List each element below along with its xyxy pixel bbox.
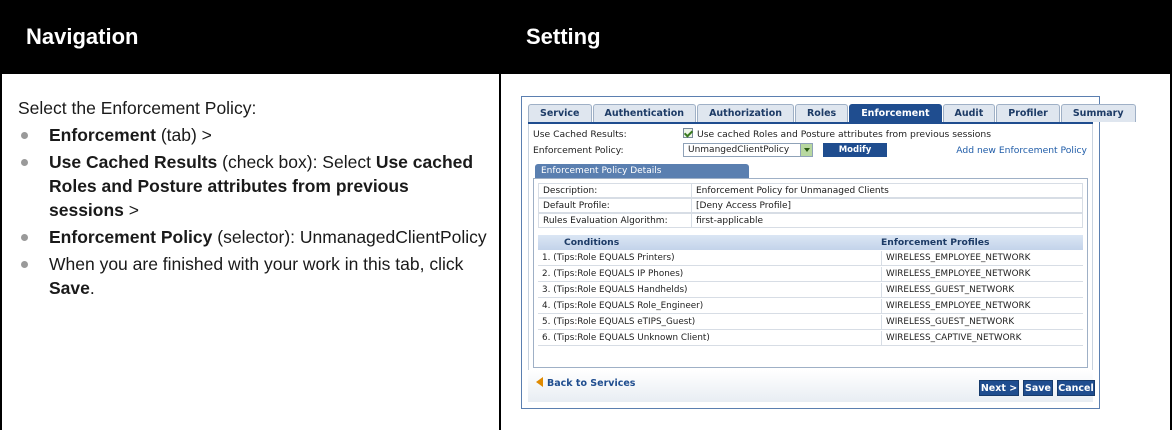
detail-key: Rules Evaluation Algorithm: — [543, 216, 668, 226]
modify-button[interactable]: Modify — [823, 143, 887, 157]
rule-profile: WIRELESS_EMPLOYEE_NETWORK — [881, 299, 1030, 314]
back-arrow-icon — [536, 377, 543, 387]
rule-profile: WIRELESS_CAPTIVE_NETWORK — [881, 331, 1021, 346]
enforcement-screenshot: Service Authentication Authorization Rol… — [521, 96, 1136, 409]
rules-header: Conditions Enforcement Profiles — [538, 235, 1083, 250]
tab-service[interactable]: Service — [528, 104, 592, 122]
navigation-intro: Select the Enforcement Policy: — [18, 98, 257, 118]
instruction-table: Navigation Setting Select the Enforcemen… — [0, 0, 1172, 430]
step-text: (check box): Select — [217, 152, 376, 172]
tab-roles[interactable]: Roles — [794, 104, 849, 122]
detail-row: Default Profile: [Deny Access Profile] — [538, 198, 1083, 213]
table-row: 4. (Tips:Role EQUALS Role_Engineer) WIRE… — [538, 299, 1083, 314]
step-text: (tab) > — [155, 125, 212, 145]
use-cached-checkbox[interactable] — [683, 128, 693, 138]
conditions-header: Conditions — [564, 237, 620, 248]
rule-profile: WIRELESS_EMPLOYEE_NETWORK — [881, 267, 1030, 282]
step-text: (selector): UnmanagedClientPolicy — [212, 227, 487, 247]
rule-condition: 2. (Tips:Role EQUALS IP Phones) — [542, 269, 684, 279]
policy-details-panel: Description: Enforcement Policy for Unma… — [533, 178, 1088, 368]
rule-profile: WIRELESS_EMPLOYEE_NETWORK — [881, 251, 1030, 266]
step-term: Save — [49, 278, 90, 298]
profiles-header: Enforcement Profiles — [881, 237, 990, 248]
bullet-icon — [21, 234, 28, 241]
step-enforcement-policy: Enforcement Policy (selector): Unmanaged… — [18, 225, 488, 249]
tab-authorization[interactable]: Authorization — [697, 104, 794, 122]
step-term: Enforcement Policy — [49, 227, 213, 247]
rule-condition: 5. (Tips:Role EQUALS eTIPS_Guest) — [542, 317, 696, 327]
use-cached-row: Use Cached Results: Use cached Roles and… — [533, 127, 1093, 142]
back-to-services-link[interactable]: Back to Services — [536, 377, 635, 389]
table-row: 2. (Tips:Role EQUALS IP Phones) WIRELESS… — [538, 267, 1083, 282]
tab-authentication[interactable]: Authentication — [592, 104, 697, 122]
detail-value: [Deny Access Profile] — [691, 199, 791, 213]
navigation-cell: Select the Enforcement Policy: Enforceme… — [18, 96, 488, 303]
bullet-icon — [21, 261, 28, 268]
detail-value: Enforcement Policy for Unmanaged Clients — [691, 184, 889, 198]
table-row: 1. (Tips:Role EQUALS Printers) WIRELESS_… — [538, 251, 1083, 266]
use-cached-text: Use cached Roles and Posture attributes … — [697, 129, 992, 140]
detail-row: Rules Evaluation Algorithm: first-applic… — [538, 213, 1083, 228]
policy-label: Enforcement Policy: — [533, 145, 624, 156]
step-enforcement-tab: Enforcement (tab) > — [18, 123, 488, 147]
use-cached-option: Use cached Roles and Posture attributes … — [683, 127, 991, 142]
navigation-header: Navigation — [0, 0, 500, 74]
rule-condition: 1. (Tips:Role EQUALS Printers) — [542, 253, 675, 263]
use-cached-label: Use Cached Results: — [533, 129, 627, 140]
step-use-cached-results: Use Cached Results (check box): Select U… — [18, 150, 488, 222]
policy-details-tab: Enforcement Policy Details — [535, 164, 749, 178]
save-button[interactable]: Save — [1023, 380, 1053, 396]
detail-row: Description: Enforcement Policy for Unma… — [538, 183, 1083, 198]
rule-condition: 3. (Tips:Role EQUALS Handhelds) — [542, 285, 688, 295]
policy-row: Enforcement Policy: UnmangedClientPolicy… — [533, 143, 1093, 158]
rule-profile: WIRELESS_GUEST_NETWORK — [881, 315, 1014, 330]
rule-condition: 4. (Tips:Role EQUALS Role_Engineer) — [542, 301, 704, 311]
enforcement-form: Use Cached Results: Use cached Roles and… — [528, 124, 1093, 386]
navigation-steps: Enforcement (tab) > Use Cached Results (… — [18, 123, 488, 300]
bullet-icon — [21, 132, 28, 139]
detail-key: Default Profile: — [543, 201, 610, 211]
step-text: > — [123, 200, 139, 220]
step-text: When you are finished with your work in … — [49, 254, 464, 274]
policy-select[interactable]: UnmangedClientPolicy — [683, 143, 813, 157]
step-term: Use Cached Results — [49, 152, 218, 172]
policy-select-value: UnmangedClientPolicy — [688, 145, 790, 155]
chevron-down-icon[interactable] — [800, 144, 812, 156]
back-label: Back to Services — [547, 378, 636, 389]
detail-value: first-applicable — [691, 214, 763, 228]
table-row: 5. (Tips:Role EQUALS eTIPS_Guest) WIRELE… — [538, 315, 1083, 330]
tab-summary[interactable]: Summary — [1060, 104, 1136, 122]
add-new-policy-link[interactable]: Add new Enforcement Policy — [956, 143, 1087, 158]
left-border — [0, 74, 2, 430]
table-row: 3. (Tips:Role EQUALS Handhelds) WIRELESS… — [538, 283, 1083, 298]
bullet-icon — [21, 159, 28, 166]
tab-audit[interactable]: Audit — [942, 104, 996, 122]
tab-profiler[interactable]: Profiler — [996, 104, 1060, 122]
next-button[interactable]: Next > — [979, 380, 1019, 396]
step-term: Enforcement — [49, 125, 156, 145]
detail-key: Description: — [543, 186, 598, 196]
service-tabs: Service Authentication Authorization Rol… — [528, 104, 1137, 122]
setting-header: Setting — [500, 0, 1172, 74]
step-save: When you are finished with your work in … — [18, 252, 488, 300]
rule-profile: WIRELESS_GUEST_NETWORK — [881, 283, 1014, 298]
cancel-button[interactable]: Cancel — [1057, 380, 1095, 396]
rule-condition: 6. (Tips:Role EQUALS Unknown Client) — [542, 333, 710, 343]
form-footer: Back to Services Next > Save Cancel — [528, 370, 1095, 402]
tab-enforcement[interactable]: Enforcement — [849, 104, 942, 122]
step-text: . — [89, 278, 95, 298]
table-row: 6. (Tips:Role EQUALS Unknown Client) WIR… — [538, 331, 1083, 346]
column-divider — [499, 74, 501, 430]
